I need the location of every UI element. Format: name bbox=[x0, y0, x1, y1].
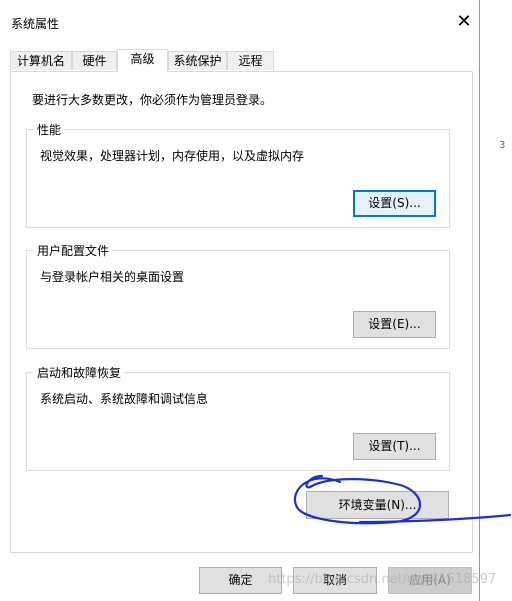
close-button[interactable]: ✕ bbox=[449, 8, 479, 36]
user-profiles-description: 与登录帐户相关的桌面设置 bbox=[40, 270, 185, 284]
startup-recovery-group-title: 启动和故障恢复 bbox=[34, 364, 125, 381]
window-title: 系统属性 bbox=[11, 17, 60, 31]
system-properties-dialog: 系统属性 ✕ 计算机名 硬件 高级 系统保护 远程 要进行大多数更改，你必须作为… bbox=[0, 0, 480, 601]
performance-group: 性能 视觉效果，处理器计划，内存使用，以及虚拟内存 设置(S)... bbox=[26, 121, 450, 228]
environment-variables-button[interactable]: 环境变量(N)... bbox=[306, 491, 449, 519]
background-text-fragment: 3 bbox=[499, 140, 506, 151]
tab-computer-name[interactable]: 计算机名 bbox=[10, 51, 72, 70]
user-profiles-settings-button[interactable]: 设置(E)... bbox=[353, 311, 436, 338]
admin-note: 要进行大多数更改，你必须作为管理员登录。 bbox=[32, 93, 273, 107]
tab-remote[interactable]: 远程 bbox=[227, 51, 274, 70]
advanced-tab-panel: 要进行大多数更改，你必须作为管理员登录。 性能 视觉效果，处理器计划，内存使用，… bbox=[10, 71, 473, 553]
user-profiles-group: 用户配置文件 与登录帐户相关的桌面设置 设置(E)... bbox=[26, 242, 450, 349]
tab-system-protection[interactable]: 系统保护 bbox=[168, 51, 227, 70]
startup-recovery-description: 系统启动、系统故障和调试信息 bbox=[40, 392, 209, 406]
tab-strip: 计算机名 硬件 高级 系统保护 远程 bbox=[10, 49, 472, 72]
user-profiles-group-title: 用户配置文件 bbox=[34, 242, 113, 259]
performance-group-title: 性能 bbox=[34, 121, 65, 138]
close-icon: ✕ bbox=[456, 11, 472, 32]
startup-recovery-settings-button[interactable]: 设置(T)... bbox=[353, 433, 436, 460]
watermark: https://blog.csdn.net/qq_41518597 bbox=[268, 572, 497, 587]
tab-hardware[interactable]: 硬件 bbox=[72, 51, 117, 70]
performance-description: 视觉效果，处理器计划，内存使用，以及虚拟内存 bbox=[40, 149, 305, 163]
title-bar[interactable]: 系统属性 ✕ bbox=[0, 0, 480, 44]
startup-recovery-group: 启动和故障恢复 系统启动、系统故障和调试信息 设置(T)... bbox=[26, 364, 450, 471]
tab-advanced[interactable]: 高级 bbox=[117, 49, 168, 72]
performance-settings-button[interactable]: 设置(S)... bbox=[353, 190, 436, 217]
screenshot: 系统属性 ✕ 计算机名 硬件 高级 系统保护 远程 要进行大多数更改，你必须作为… bbox=[0, 0, 512, 601]
